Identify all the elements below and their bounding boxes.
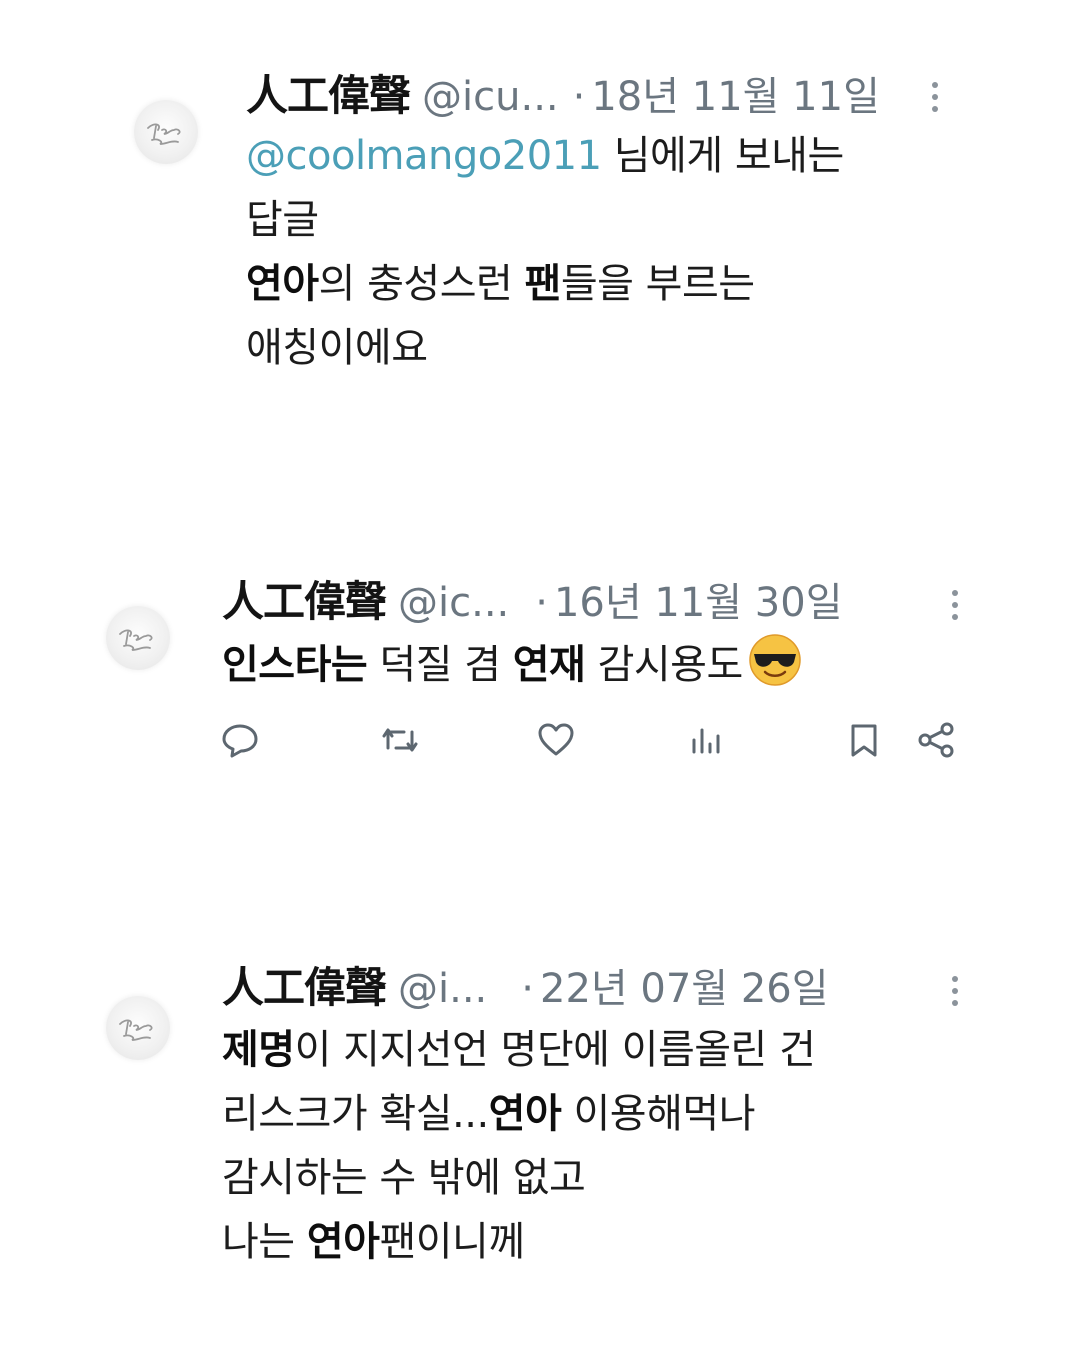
user-handle[interactable]: @icu... [422, 74, 559, 120]
text: 리스크가 확실... [222, 1091, 489, 1137]
separator: · [572, 74, 586, 120]
sunglasses-emoji-icon [747, 632, 803, 688]
avatar-logo-icon [119, 1019, 153, 1041]
tweet-header: 人工偉聲 @ic... · 16년 11월 30일 [222, 576, 843, 629]
separator: · [535, 580, 548, 626]
avatar-logo-icon [147, 123, 181, 145]
tweet-text-line: 애칭이에요 [246, 325, 428, 371]
bold-text: 제명 [222, 1027, 295, 1073]
bold-text: 연아 [306, 1219, 380, 1265]
like-icon[interactable] [534, 718, 578, 762]
bold-text: 연아 [488, 1091, 562, 1137]
tweet-body: 제명이 지지선언 명단에 이름올린 건 리스크가 확실...연아 이용해먹나 감… [222, 1018, 816, 1274]
tweet-text-line: 나는 연아팬이니께 [222, 1210, 815, 1274]
tweet-date[interactable]: 22년 07월 26일 [540, 966, 829, 1012]
reply-context: @coolmango2011 님에게 보내는 [246, 124, 844, 188]
reply-suffix: 님에게 보내는 [601, 133, 845, 179]
retweet-icon[interactable] [378, 718, 422, 762]
text: 덕질 겸 [367, 642, 513, 688]
tweet-date[interactable]: 18년 11월 11일 [591, 74, 880, 120]
tweet-body: 인스타는 덕질 겸 연재 감시용도 [222, 632, 803, 697]
avatar[interactable] [134, 100, 198, 164]
display-name[interactable]: 人工偉聲 [246, 71, 411, 120]
reply-icon[interactable] [218, 718, 262, 762]
text: 감시용도 [585, 642, 744, 688]
bold-text: 인스타는 [222, 642, 368, 688]
bold-text: 팬 [524, 261, 562, 307]
separator: · [521, 966, 534, 1012]
tweet-body: @coolmango2011 님에게 보내는 답글 연아의 충성스런 팬들을 부… [246, 124, 844, 380]
tweet-header: 人工偉聲 @i... · 22년 07월 26일 [222, 962, 829, 1015]
text: 팬이니께 [379, 1219, 525, 1265]
reply-context-line2: 답글 [246, 197, 319, 243]
text: 나는 [222, 1219, 307, 1265]
tweet-text-line: 감시하는 수 밖에 없고 [222, 1155, 586, 1201]
text: 이 지지선언 명단에 이름올린 건 [294, 1027, 816, 1073]
bookmark-icon[interactable] [842, 718, 886, 762]
more-options-icon[interactable] [950, 590, 960, 626]
avatar[interactable] [106, 996, 170, 1060]
bold-text: 연재 [512, 642, 586, 688]
tweet-header: 人工偉聲 @icu... · 18년 11월 11일 [246, 70, 880, 123]
avatar-logo-icon [119, 629, 153, 651]
text: 들을 부르는 [560, 261, 755, 307]
tweet-date[interactable]: 16년 11월 30일 [554, 580, 843, 626]
user-handle[interactable]: @i... [398, 966, 487, 1012]
avatar[interactable] [106, 606, 170, 670]
more-options-icon[interactable] [930, 82, 940, 118]
text: 이용해먹나 [561, 1091, 755, 1137]
views-icon[interactable] [684, 718, 728, 762]
tweet-text-line: 제명이 지지선언 명단에 이름올린 건 [222, 1018, 816, 1082]
display-name[interactable]: 人工偉聲 [222, 577, 387, 626]
user-handle[interactable]: @ic... [398, 580, 509, 626]
tweet-action-bar [0, 718, 1080, 778]
text: 의 충성스런 [318, 261, 525, 307]
bold-text: 연아 [246, 261, 319, 307]
tweet-text-line: 연아의 충성스런 팬들을 부르는 [246, 252, 844, 316]
display-name[interactable]: 人工偉聲 [222, 963, 387, 1012]
more-options-icon[interactable] [950, 976, 960, 1012]
share-icon[interactable] [914, 718, 958, 762]
tweet-text-line: 인스타는 덕질 겸 연재 감시용도 [222, 632, 803, 697]
reply-mention-link[interactable]: @coolmango2011 [246, 133, 602, 179]
tweet-text-line: 리스크가 확실...연아 이용해먹나 [222, 1082, 815, 1146]
